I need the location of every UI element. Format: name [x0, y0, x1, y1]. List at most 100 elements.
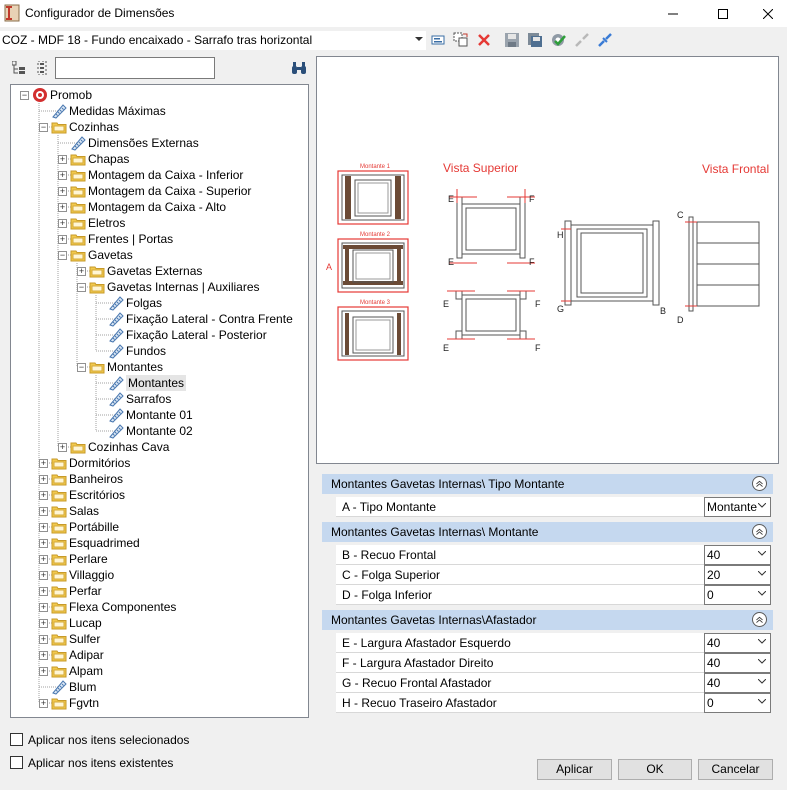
expand-node-icon[interactable]: + — [39, 587, 48, 596]
tree-item[interactable]: + Fgvtn — [11, 695, 308, 711]
expand-node-icon[interactable]: + — [39, 555, 48, 564]
expand-node-icon[interactable]: + — [58, 171, 67, 180]
ok-button[interactable]: OK — [618, 759, 692, 780]
expand-node-icon[interactable]: + — [58, 155, 67, 164]
tree-item[interactable]: − Cozinhas — [11, 119, 308, 135]
apply-button[interactable]: Aplicar — [537, 759, 612, 780]
tree-item[interactable]: + Gavetas Externas — [11, 263, 308, 279]
chevron-down-icon[interactable] — [415, 37, 423, 42]
tree-item[interactable]: + Cozinhas Cava — [11, 439, 308, 455]
largura-direito-select[interactable]: 40 — [704, 653, 771, 673]
tree-item[interactable]: Medidas Máximas — [11, 103, 308, 119]
expand-node-icon[interactable]: + — [39, 603, 48, 612]
tree-item[interactable]: + Montagem da Caixa - Alto — [11, 199, 308, 215]
tree-item[interactable]: + Alpam — [11, 663, 308, 679]
settings-check-icon[interactable] — [550, 32, 566, 48]
expand-node-icon[interactable]: + — [39, 491, 48, 500]
minimize-button[interactable] — [650, 0, 696, 27]
recuo-frontal-afastador-select[interactable]: 40 — [704, 673, 771, 693]
expand-node-icon[interactable]: + — [77, 267, 86, 276]
tree-item[interactable]: + Dormitórios — [11, 455, 308, 471]
folga-inferior-select[interactable]: 0 — [704, 585, 771, 605]
expand-node-icon[interactable]: + — [39, 635, 48, 644]
tree-item[interactable]: Fixação Lateral - Posterior — [11, 327, 308, 343]
tree-item[interactable]: − Gavetas — [11, 247, 308, 263]
apply-existing-checkbox[interactable] — [10, 756, 23, 769]
expand-node-icon[interactable]: + — [39, 507, 48, 516]
tree-item[interactable]: + Chapas — [11, 151, 308, 167]
expand-node-icon[interactable]: + — [39, 699, 48, 708]
save-all-icon[interactable] — [527, 32, 543, 48]
group-header-tipo-montante[interactable]: Montantes Gavetas Internas\ Tipo Montant… — [322, 474, 773, 494]
disconnect-icon[interactable] — [574, 32, 590, 48]
save-icon[interactable] — [504, 32, 520, 48]
tree-item[interactable]: Montante 01 — [11, 407, 308, 423]
tree-item[interactable]: Sarrafos — [11, 391, 308, 407]
tree-item[interactable]: − Gavetas Internas | Auxiliares — [11, 279, 308, 295]
tree-item[interactable]: − Promob — [11, 87, 308, 103]
tree-item[interactable]: + Montagem da Caixa - Inferior — [11, 167, 308, 183]
expand-node-icon[interactable]: + — [58, 443, 67, 452]
tree-item[interactable]: Montantes — [11, 375, 308, 391]
collapse-node-icon[interactable]: − — [77, 363, 86, 372]
group-header-afastador[interactable]: Montantes Gavetas Internas\Afastador — [322, 610, 773, 630]
collapse-tree-icon[interactable] — [35, 61, 49, 75]
tree-item[interactable]: − Montantes — [11, 359, 308, 375]
search-input[interactable] — [55, 57, 215, 79]
tree-item[interactable]: + Montagem da Caixa - Superior — [11, 183, 308, 199]
recuo-traseiro-afastador-select[interactable]: 0 — [704, 693, 771, 713]
expand-node-icon[interactable]: + — [39, 475, 48, 484]
expand-node-icon[interactable]: + — [58, 219, 67, 228]
expand-node-icon[interactable]: + — [58, 187, 67, 196]
close-button[interactable] — [745, 0, 787, 27]
expand-node-icon[interactable]: + — [39, 619, 48, 628]
configuration-combo[interactable]: COZ - MDF 18 - Fundo encaixado - Sarrafo… — [0, 31, 426, 50]
tree-item[interactable]: + Eletros — [11, 215, 308, 231]
collapse-icon[interactable] — [752, 612, 767, 627]
cancel-button[interactable]: Cancelar — [698, 759, 773, 780]
group-header-montante[interactable]: Montantes Gavetas Internas\ Montante — [322, 522, 773, 542]
tree-item[interactable]: + Perfar — [11, 583, 308, 599]
tree-item[interactable]: + Escritórios — [11, 487, 308, 503]
tree-item[interactable]: + Banheiros — [11, 471, 308, 487]
copy-icon[interactable] — [453, 32, 469, 48]
tree-item[interactable]: + Salas — [11, 503, 308, 519]
collapse-icon[interactable] — [752, 524, 767, 539]
tree-item[interactable]: + Frentes | Portas — [11, 231, 308, 247]
tree-item[interactable]: + Portábille — [11, 519, 308, 535]
tree-item[interactable]: Blum — [11, 679, 308, 695]
expand-node-icon[interactable]: + — [39, 571, 48, 580]
tree-item[interactable]: + Lucap — [11, 615, 308, 631]
collapse-node-icon[interactable]: − — [39, 123, 48, 132]
recuo-frontal-select[interactable]: 40 — [704, 545, 771, 565]
tree-item[interactable]: + Perlare — [11, 551, 308, 567]
expand-node-icon[interactable]: + — [39, 651, 48, 660]
tree-item[interactable]: + Sulfer — [11, 631, 308, 647]
expand-node-icon[interactable]: + — [58, 203, 67, 212]
tree-item[interactable]: Fundos — [11, 343, 308, 359]
tree-panel[interactable]: − Promob Medidas Máximas − Cozinhas Dimensões… — [10, 84, 309, 718]
collapse-node-icon[interactable]: − — [77, 283, 86, 292]
tree-item[interactable]: + Esquadrimed — [11, 535, 308, 551]
expand-node-icon[interactable]: + — [39, 539, 48, 548]
maximize-button[interactable] — [700, 0, 746, 27]
tree-item[interactable]: + Villaggio — [11, 567, 308, 583]
collapse-node-icon[interactable]: − — [20, 91, 29, 100]
expand-node-icon[interactable]: + — [39, 459, 48, 468]
tipo-montante-select[interactable]: Montante — [704, 497, 771, 517]
connect-icon[interactable] — [597, 32, 613, 48]
tree-item[interactable]: + Flexa Componentes — [11, 599, 308, 615]
collapse-icon[interactable] — [752, 476, 767, 491]
tree-item[interactable]: Dimensões Externas — [11, 135, 308, 151]
binoculars-icon[interactable] — [291, 61, 307, 75]
folga-superior-select[interactable]: 20 — [704, 565, 771, 585]
edit-field-icon[interactable] — [431, 32, 447, 48]
largura-esquerdo-select[interactable]: 40 — [704, 633, 771, 653]
tree-item[interactable]: + Adipar — [11, 647, 308, 663]
expand-node-icon[interactable]: + — [58, 235, 67, 244]
expand-node-icon[interactable]: + — [39, 667, 48, 676]
expand-node-icon[interactable]: + — [39, 523, 48, 532]
apply-selected-checkbox[interactable] — [10, 733, 23, 746]
delete-icon[interactable] — [476, 32, 492, 48]
tree-item[interactable]: Fixação Lateral - Contra Frente — [11, 311, 308, 327]
